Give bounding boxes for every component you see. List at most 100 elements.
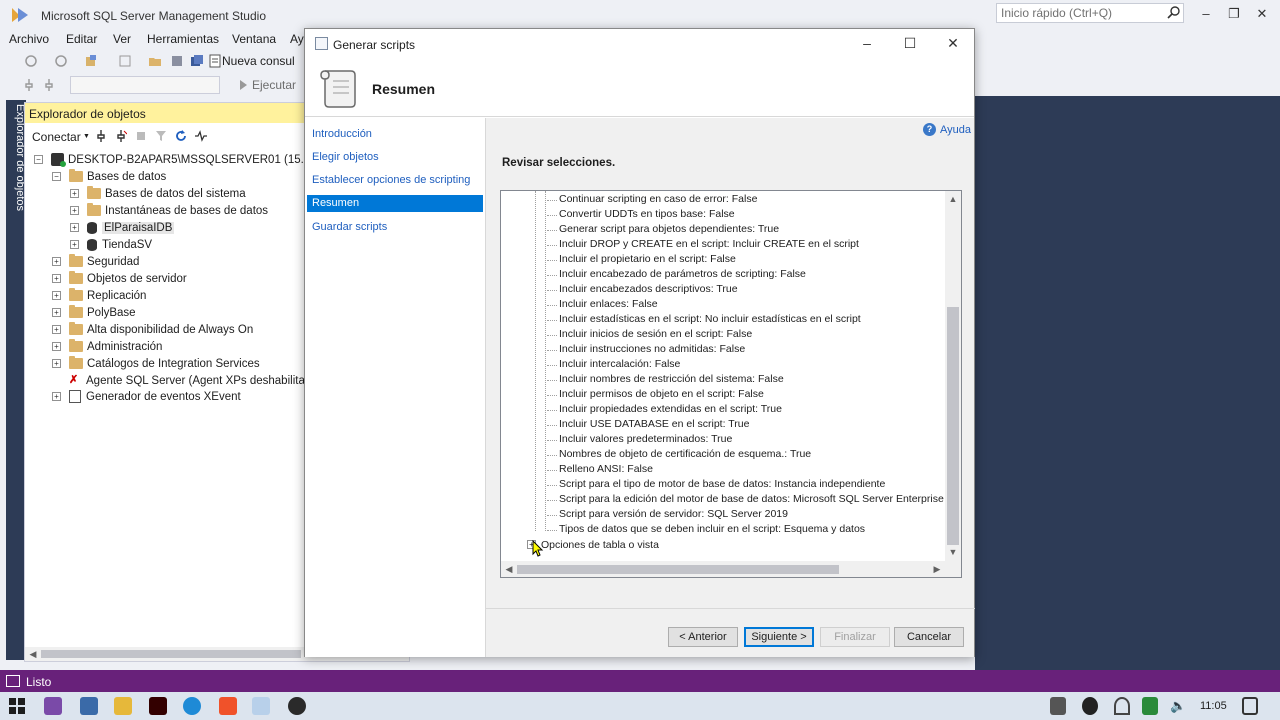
finish-button[interactable]: Finalizar [820,627,890,647]
back-button[interactable]: < Anterior [668,627,738,647]
quick-launch-input[interactable]: Inicio rápido (Ctrl+Q) [996,3,1184,23]
tree-node-management[interactable]: + Administración [52,338,162,355]
tree-node-replication[interactable]: + Replicación [52,287,146,304]
chevron-down-icon[interactable]: ▼ [83,133,95,145]
tree-node-databases[interactable]: − Bases de datos [52,168,166,185]
tree-node-polybase[interactable]: + PolyBase [52,304,136,321]
ssms-taskbar-icon[interactable] [252,697,270,715]
collapse-icon[interactable]: − [34,155,43,164]
save-icon[interactable] [170,54,184,68]
nav-introduccion[interactable]: Introducción [307,126,483,143]
disconnect-plug-icon[interactable] [42,78,56,92]
nav-guardar-scripts[interactable]: Guardar scripts [307,219,483,236]
close-icon[interactable]: ✕ [1254,6,1270,22]
side-tab-label[interactable]: Explorador de objetos [6,102,26,222]
next-button[interactable]: Siguiente > [744,627,814,647]
scroll-right-icon[interactable]: ▶ [929,564,945,575]
expand-icon[interactable]: + [70,206,79,215]
forward-nav-icon[interactable] [54,54,68,68]
tree-node-table-options[interactable]: + Opciones de tabla o vista [527,537,659,552]
stop-icon[interactable] [135,130,147,142]
notifications-icon[interactable] [1242,697,1258,715]
help-link[interactable]: ? Ayuda [923,123,971,136]
expand-icon[interactable]: + [52,274,61,283]
obs-icon[interactable] [288,697,306,715]
nav-opciones-scripting[interactable]: Establecer opciones de scripting [307,172,483,189]
restore-icon[interactable]: ❐ [1226,6,1242,22]
back-nav-icon[interactable] [24,54,38,68]
clock[interactable]: 11:05 [1200,700,1227,712]
expand-icon[interactable]: + [52,308,61,317]
new-query-icon[interactable] [208,54,222,68]
menu-archivo[interactable]: Archivo [9,32,49,46]
minimize-icon[interactable]: – [859,35,875,51]
tree-node-system-databases[interactable]: + Bases de datos del sistema [70,185,246,202]
scroll-up-icon[interactable]: ▲ [945,194,961,204]
close-icon[interactable]: ✕ [945,35,961,51]
connect-plug-icon[interactable] [22,78,36,92]
horizontal-scrollbar[interactable]: ◀ ▶ [501,561,945,577]
tree-node-always-on[interactable]: + Alta disponibilidad de Always On [52,321,253,338]
tree-node-sql-agent[interactable]: ✗ Agente SQL Server (Agent XPs deshabili… [69,372,321,389]
expand-icon[interactable]: + [70,240,79,249]
vertical-scrollbar[interactable]: ▲ ▼ [945,191,961,561]
file-explorer-icon[interactable] [114,697,132,715]
scroll-left-icon[interactable]: ◀ [25,649,41,660]
nav-resumen[interactable]: Resumen [307,195,483,212]
search-icon[interactable] [1167,5,1181,19]
cancel-button[interactable]: Cancelar [894,627,964,647]
connect-icon[interactable] [95,130,107,142]
expand-icon[interactable]: + [52,359,61,368]
expand-icon[interactable]: + [70,189,79,198]
disconnect-icon[interactable] [115,130,127,142]
windows-start-icon[interactable] [8,697,26,715]
refresh-icon[interactable] [175,130,187,142]
scroll-down-icon[interactable]: ▼ [945,547,961,557]
database-selector[interactable] [70,76,220,94]
volume-icon[interactable]: 🔈 [1170,697,1186,715]
new-query-button[interactable]: Nueva consul [222,54,295,68]
visual-studio-icon[interactable] [44,697,62,715]
tree-node-tiendasv[interactable]: + TiendaSV [70,236,152,253]
selections-tree[interactable]: Continuar scripting en caso de error: Fa… [500,190,962,578]
security-shield-icon[interactable] [1142,697,1158,715]
menu-ayuda[interactable]: Ay [290,32,304,46]
menu-ver[interactable]: Ver [113,32,131,46]
expand-icon[interactable]: + [52,291,61,300]
expand-icon[interactable]: + [52,325,61,334]
wifi-icon[interactable] [1114,697,1130,715]
expand-icon[interactable]: + [52,392,61,401]
execute-icon[interactable] [236,78,250,92]
expand-icon[interactable]: + [52,342,61,351]
activity-monitor-icon[interactable] [195,130,207,142]
nav-elegir-objetos[interactable]: Elegir objetos [307,149,483,166]
brave-icon[interactable] [219,697,237,715]
collapse-icon[interactable]: − [52,172,61,181]
maximize-icon[interactable]: ☐ [902,35,918,51]
new-project-icon[interactable] [84,54,98,68]
tree-node-server-objects[interactable]: + Objetos de servidor [52,270,187,287]
tree-node-server[interactable]: − DESKTOP-B2APAR5\MSSQLSERVER01 (15.0.21… [34,151,341,168]
illustrator-icon[interactable] [149,697,167,715]
menu-editar[interactable]: Editar [66,32,97,46]
menu-ventana[interactable]: Ventana [232,32,276,46]
add-item-icon[interactable] [118,54,132,68]
tree-node-security[interactable]: + Seguridad [52,253,139,270]
scroll-thumb[interactable] [41,650,301,658]
expand-icon[interactable]: + [70,223,79,232]
minimize-icon[interactable]: – [1198,6,1214,22]
scroll-thumb[interactable] [517,565,839,574]
remote-desktop-icon[interactable] [80,697,98,715]
expand-icon[interactable]: + [52,257,61,266]
filter-icon[interactable] [155,130,167,142]
scroll-left-icon[interactable]: ◀ [501,564,517,575]
menu-herramientas[interactable]: Herramientas [147,32,219,46]
scroll-thumb[interactable] [947,307,959,545]
edge-icon[interactable] [183,697,201,715]
execute-button[interactable]: Ejecutar [252,78,296,92]
save-all-icon[interactable] [190,54,204,68]
tray-app-icon[interactable] [1082,697,1098,715]
tray-app-icon[interactable] [1050,697,1066,715]
tree-node-snapshots[interactable]: + Instantáneas de bases de datos [70,202,268,219]
tree-node-elparaisaidb[interactable]: + ElParaisaIDB [70,219,175,236]
